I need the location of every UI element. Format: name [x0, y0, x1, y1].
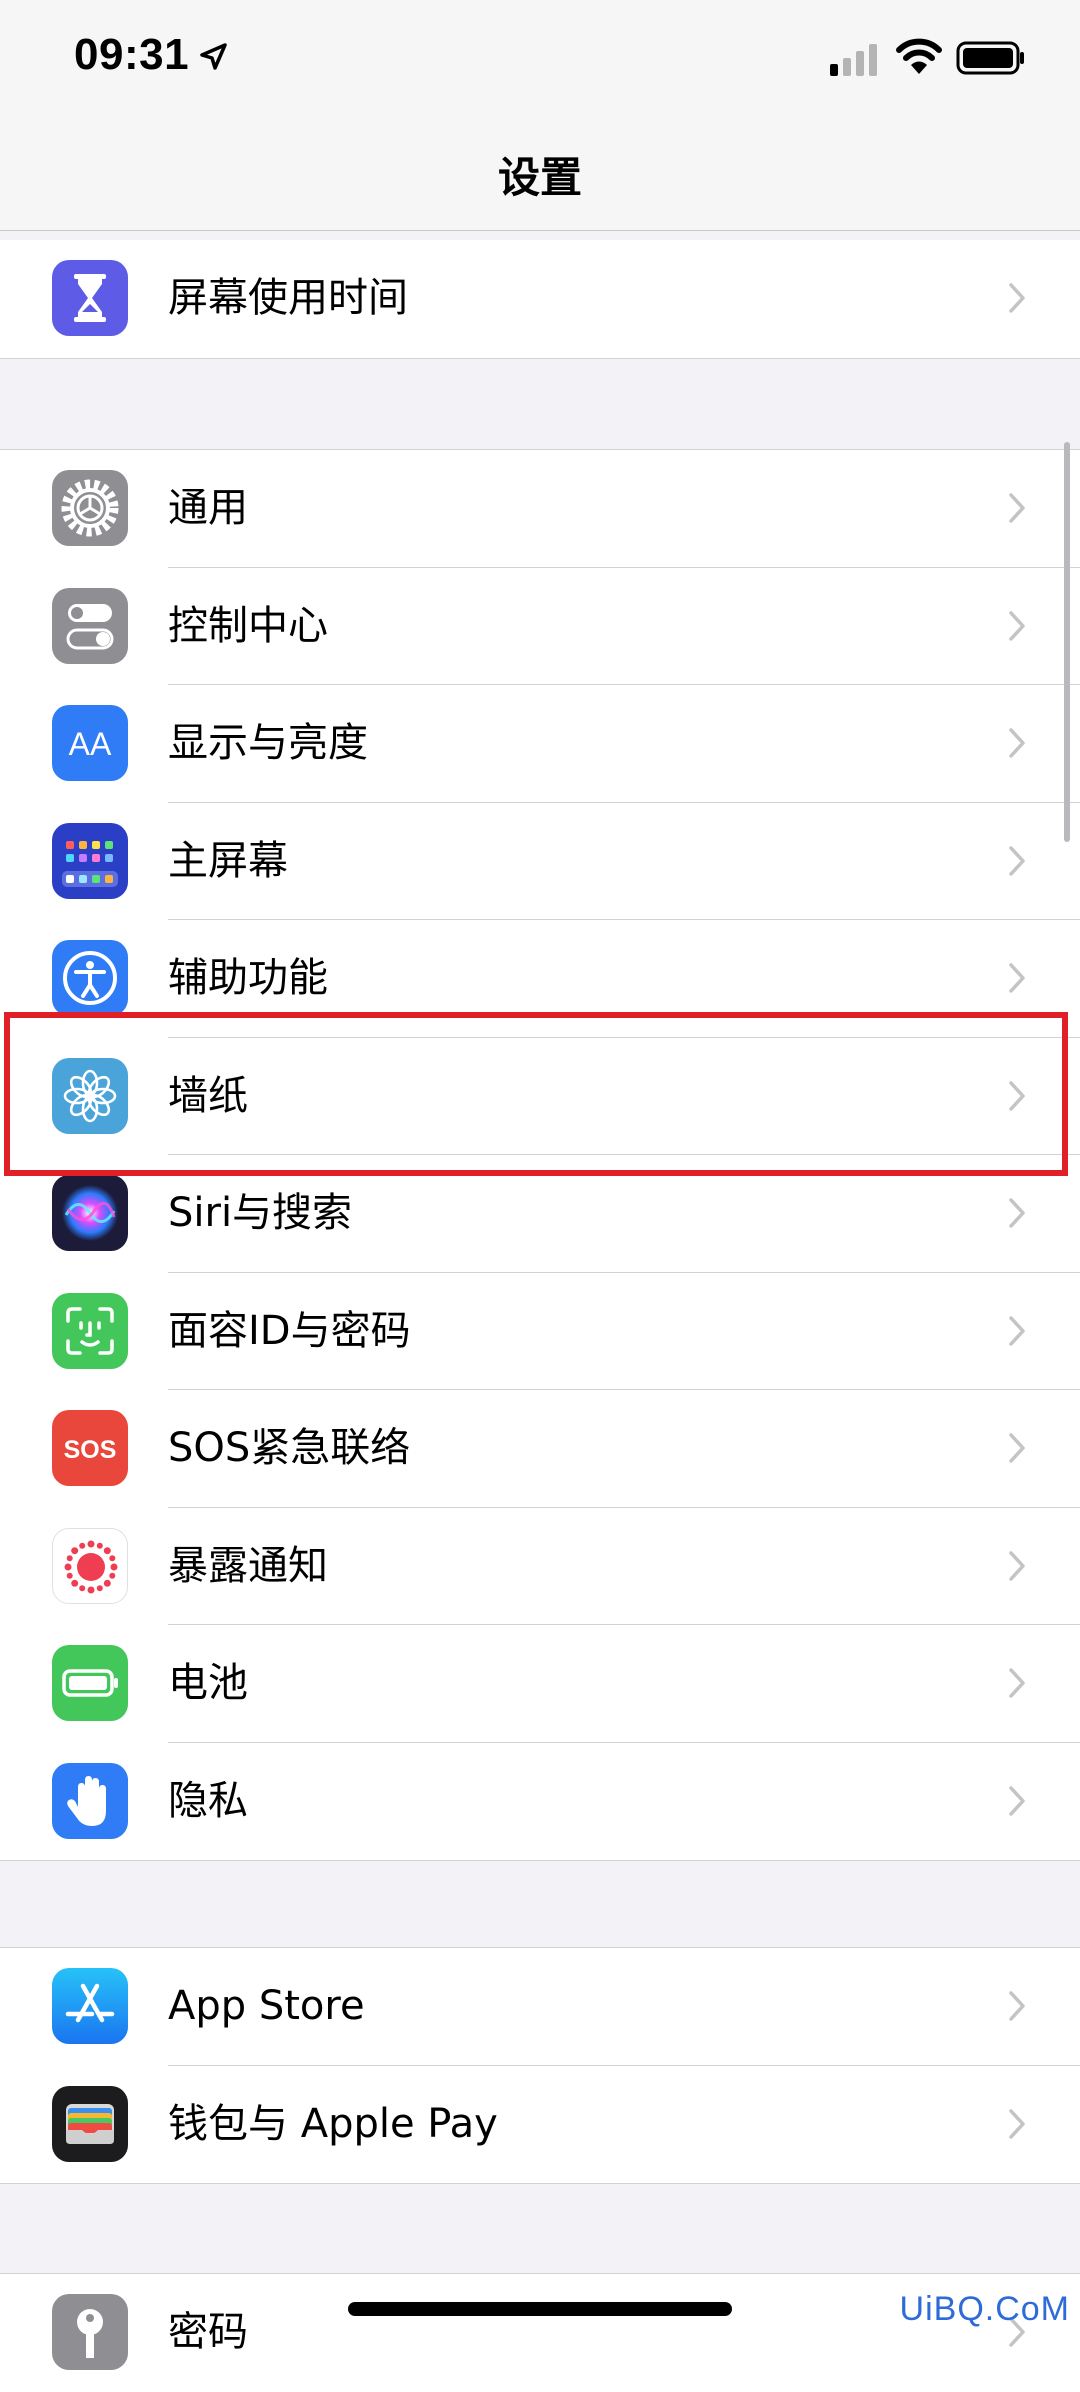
chevron-right-icon	[1009, 283, 1025, 313]
hourglass-icon	[52, 260, 128, 336]
gear-icon	[52, 470, 128, 546]
settings-row-privacy[interactable]: 隐私	[0, 1743, 1080, 1861]
settings-row-control-center[interactable]: 控制中心	[0, 568, 1080, 685]
settings-group-screen-time: 屏幕使用时间	[0, 240, 1080, 359]
settings-row-label: 暴露通知	[168, 1542, 328, 1589]
wifi-icon	[896, 38, 942, 74]
chevron-right-icon	[1009, 1315, 1025, 1346]
settings-row-label: 辅助功能	[168, 955, 328, 1001]
watermark: UiBQ.CoM	[899, 2290, 1070, 2328]
settings-row-app-store[interactable]: App Store	[0, 1948, 1080, 2066]
settings-row-emergency-sos[interactable]: SOS SOS紧急联络	[0, 1390, 1080, 1508]
settings-row-label: 通用	[168, 485, 248, 531]
key-icon	[52, 2294, 128, 2370]
chevron-right-icon	[1009, 1991, 1025, 2021]
settings-row-display[interactable]: AA 显示与亮度	[0, 685, 1080, 803]
settings-row-label: 墙纸	[168, 1072, 248, 1119]
chevron-right-icon	[1009, 963, 1025, 993]
chevron-right-icon	[1009, 728, 1025, 758]
chevron-right-icon	[1009, 1080, 1025, 1111]
settings-row-label: 面容ID与密码	[168, 1307, 411, 1354]
chevron-right-icon	[1009, 1668, 1025, 1698]
settings-row-label: 密码	[168, 2309, 248, 2355]
page-title: 设置	[497, 153, 582, 202]
settings-row-label: 显示与亮度	[168, 720, 368, 766]
chevron-right-icon	[1009, 845, 1025, 876]
status-bar: 09:31	[0, 0, 1080, 118]
settings-row-accessibility[interactable]: 辅助功能	[0, 920, 1080, 1038]
settings-row-label: 屏幕使用时间	[168, 275, 408, 321]
nav-bar: 设置	[0, 118, 1080, 231]
sos-glyph: SOS	[64, 1436, 117, 1464]
scroll-indicator[interactable]	[1064, 442, 1070, 842]
settings-row-battery[interactable]: 电池	[0, 1625, 1080, 1743]
wallet-icon	[52, 2085, 128, 2162]
settings-group-general: 通用 控制中心 AA 显示与亮度 主屏幕 辅助功能 墙纸 Siri与搜索 面容I…	[0, 449, 1080, 1861]
chevron-right-icon	[1009, 610, 1025, 641]
siri-icon	[52, 1175, 128, 1251]
text-size-glyph: AA	[69, 726, 112, 762]
settings-row-home-screen[interactable]: 主屏幕	[0, 803, 1080, 920]
chevron-right-icon	[1009, 1550, 1025, 1581]
settings-row-wallpaper[interactable]: 墙纸	[0, 1038, 1080, 1155]
settings-row-label: 控制中心	[168, 602, 328, 649]
settings-group-store: App Store 钱包与 Apple Pay	[0, 1947, 1080, 2184]
toggles-icon	[52, 587, 128, 664]
chevron-right-icon	[1009, 1785, 1025, 1816]
text-size-icon: AA	[52, 705, 128, 781]
status-time: 09:31	[74, 30, 190, 79]
chevron-right-icon	[1009, 493, 1025, 523]
chevron-right-icon	[1009, 1433, 1025, 1463]
app-store-icon	[52, 1968, 128, 2044]
accessibility-icon	[52, 940, 128, 1016]
settings-row-general[interactable]: 通用	[0, 450, 1080, 568]
settings-row-siri[interactable]: Siri与搜索	[0, 1155, 1080, 1273]
settings-row-label: 主屏幕	[168, 837, 288, 884]
settings-row-wallet[interactable]: 钱包与 Apple Pay	[0, 2066, 1080, 2184]
battery-icon	[956, 41, 1024, 75]
face-id-icon	[52, 1292, 128, 1369]
settings-row-label: 隐私	[168, 1777, 248, 1824]
settings-row-screen-time[interactable]: 屏幕使用时间	[0, 240, 1080, 358]
sos-icon: SOS	[52, 1410, 128, 1486]
settings-row-exposure[interactable]: 暴露通知	[0, 1508, 1080, 1625]
exposure-icon	[52, 1527, 128, 1604]
settings-row-face-id[interactable]: 面容ID与密码	[0, 1273, 1080, 1390]
hand-icon	[52, 1762, 128, 1839]
home-indicator[interactable]	[348, 2302, 732, 2316]
settings-row-label: App Store	[168, 1983, 365, 2029]
battery-app-icon	[52, 1645, 128, 1721]
settings-row-label: SOS紧急联络	[168, 1425, 411, 1471]
cellular-signal-icon	[830, 44, 877, 76]
flower-icon	[52, 1057, 128, 1134]
chevron-right-icon	[1009, 1198, 1025, 1228]
chevron-right-icon	[1009, 2108, 1025, 2139]
settings-row-label: Siri与搜索	[168, 1190, 353, 1236]
settings-row-label: 电池	[168, 1660, 248, 1706]
home-grid-icon	[52, 822, 128, 899]
settings-row-label: 钱包与 Apple Pay	[168, 2100, 498, 2147]
location-arrow-icon	[200, 43, 227, 70]
